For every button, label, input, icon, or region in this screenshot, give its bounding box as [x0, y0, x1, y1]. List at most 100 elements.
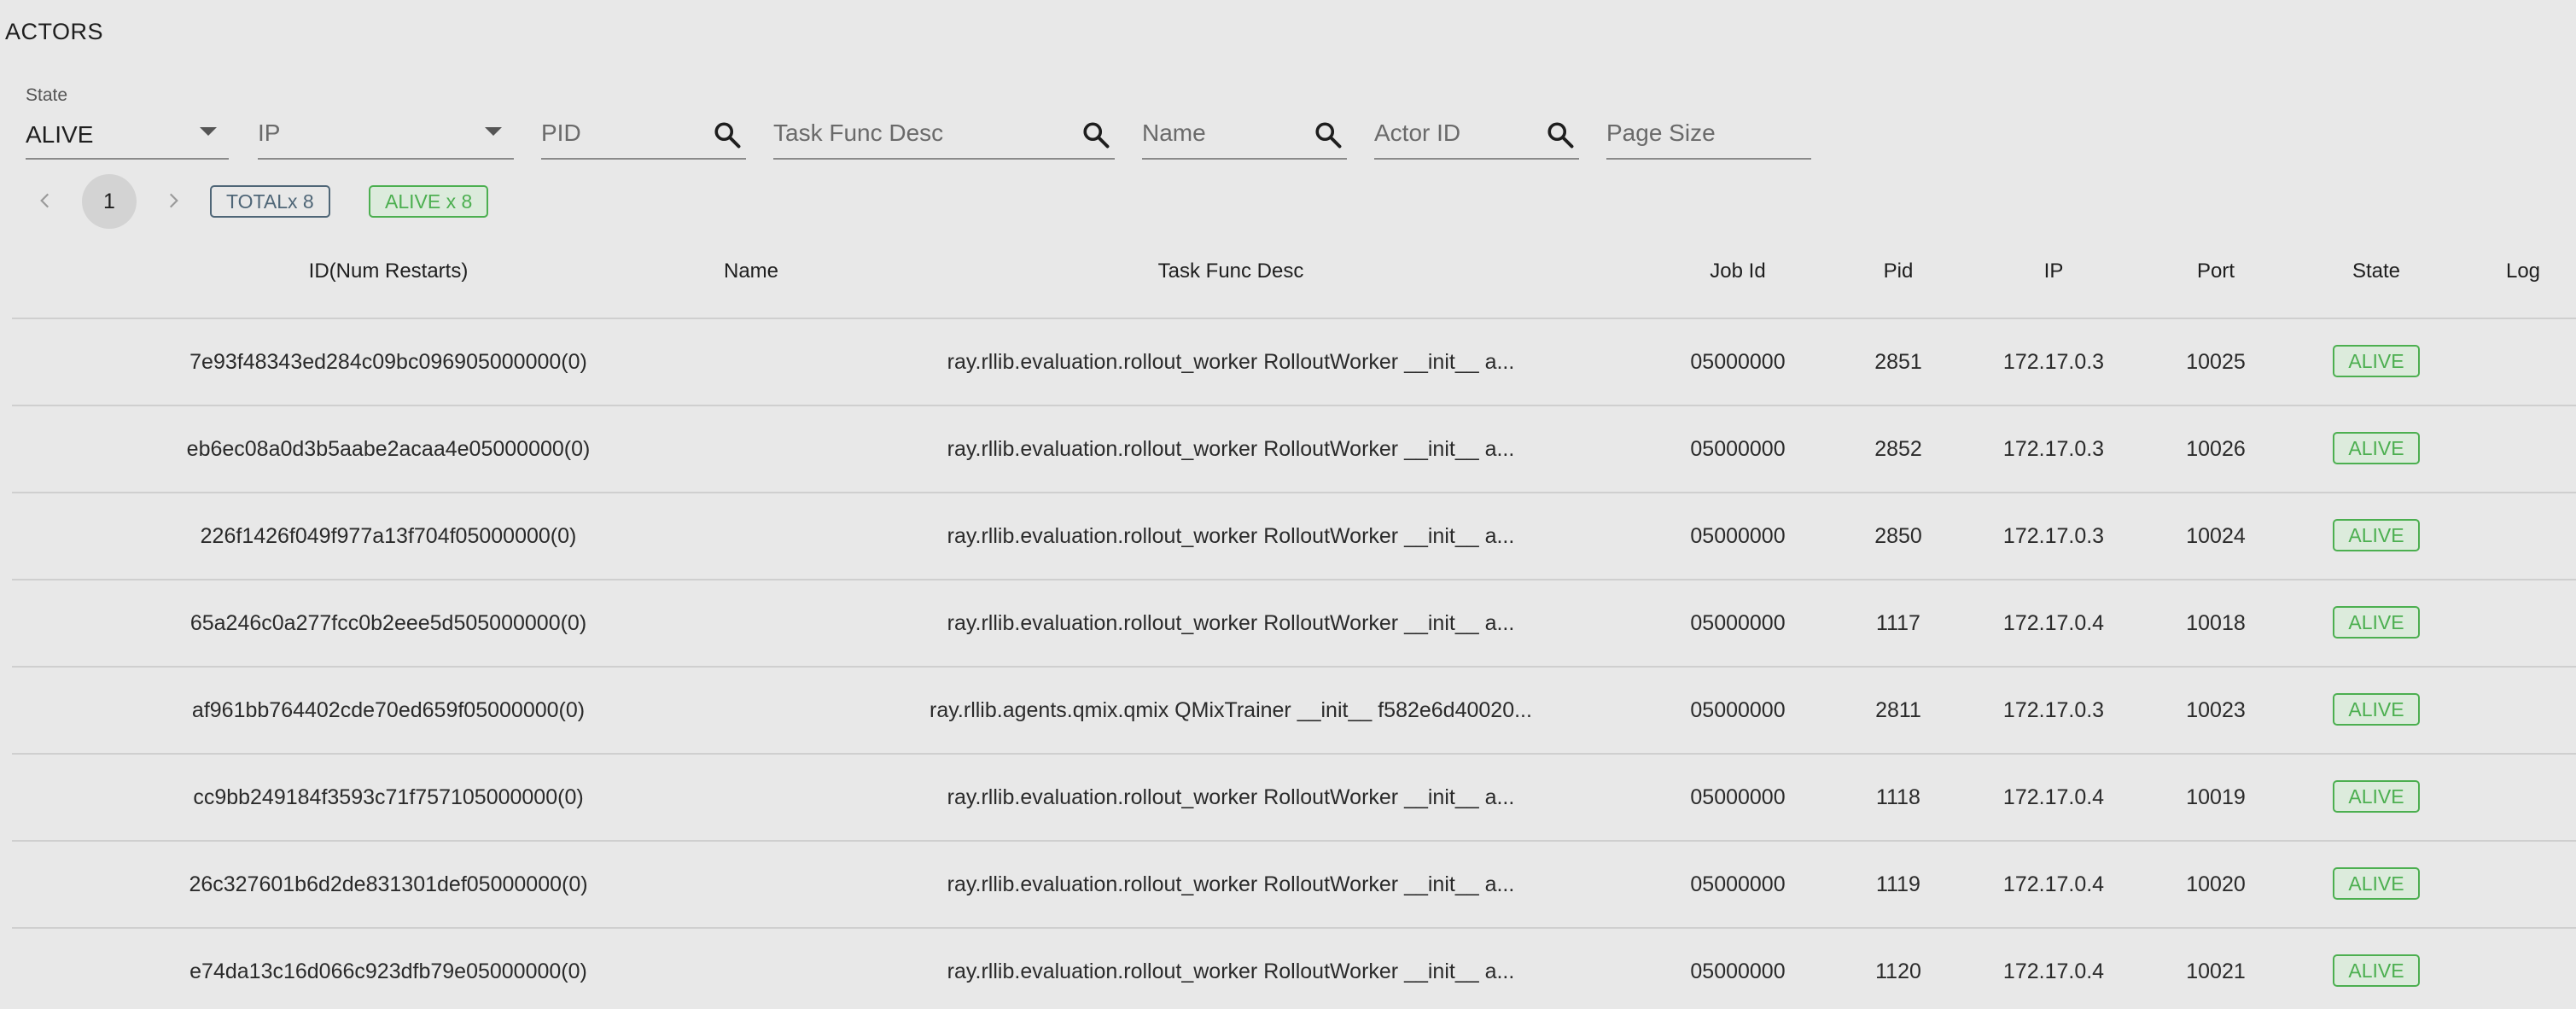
column-header-pid[interactable]: Pid: [1884, 260, 1914, 283]
pid-cell: 1120: [1875, 959, 1921, 983]
chevron-down-icon: [200, 127, 217, 136]
pid-cell: 1118: [1876, 785, 1920, 809]
table-row: 26c327601b6d2de831301def05000000(0) ray.…: [12, 842, 2576, 929]
table-row: eb6ec08a0d3b5aabe2acaa4e05000000(0) ray.…: [12, 406, 2576, 493]
port-cell: 10024: [2186, 524, 2246, 548]
chevron-left-icon[interactable]: [34, 190, 56, 219]
port-cell: 10020: [2186, 872, 2246, 896]
job-id-cell: 05000000: [1690, 350, 1786, 374]
task-func-desc-cell: ray.rllib.evaluation.rollout_worker Roll…: [947, 611, 1515, 635]
chevron-right-icon[interactable]: [162, 190, 184, 219]
column-header-job-id[interactable]: Job Id: [1710, 260, 1765, 283]
job-id-cell: 05000000: [1690, 611, 1786, 635]
column-header-task-func-desc[interactable]: Task Func Desc: [1158, 260, 1304, 283]
actor-id-search-input[interactable]: Actor ID: [1374, 77, 1579, 160]
status-badge: ALIVE: [2333, 432, 2420, 464]
search-icon[interactable]: [712, 120, 743, 150]
port-cell: 10025: [2186, 350, 2246, 374]
actors-table: ID(Num Restarts) Name Task Func Desc Job…: [12, 232, 2576, 1009]
pid-cell: 1119: [1876, 872, 1920, 896]
status-badge: ALIVE: [2333, 606, 2420, 639]
job-id-cell: 05000000: [1690, 959, 1786, 983]
actor-id-cell: cc9bb249184f3593c71f757105000000(0): [193, 785, 584, 809]
port-cell: 10026: [2186, 437, 2246, 461]
ip-cell: 172.17.0.4: [2002, 872, 2105, 896]
pid-cell: 2851: [1874, 350, 1922, 374]
actor-id-cell: af961bb764402cde70ed659f05000000(0): [191, 698, 586, 722]
search-icon[interactable]: [1081, 120, 1111, 150]
port-cell: 10021: [2186, 959, 2246, 983]
job-id-cell: 05000000: [1690, 698, 1786, 722]
job-id-cell: 05000000: [1690, 437, 1786, 461]
actor-id-cell: 65a246c0a277fcc0b2eee5d505000000(0): [189, 611, 587, 635]
page-number-button[interactable]: 1: [82, 174, 137, 229]
actor-id-cell: 7e93f48343ed284c09bc096905000000(0): [189, 350, 587, 374]
column-header-log[interactable]: Log: [2506, 260, 2540, 283]
pid-placeholder: PID: [541, 120, 581, 146]
actor-id-cell: 226f1426f049f977a13f704f05000000(0): [200, 524, 577, 548]
job-id-cell: 05000000: [1690, 785, 1786, 809]
state-select-value: ALIVE: [26, 121, 94, 148]
ip-cell: 172.17.0.3: [2002, 698, 2105, 722]
table-row: e74da13c16d066c923dfb79e05000000(0) ray.…: [12, 929, 2576, 1009]
section-title: ACTORS: [5, 19, 104, 44]
task-func-desc-cell: ray.rllib.evaluation.rollout_worker Roll…: [947, 437, 1515, 461]
column-header-port[interactable]: Port: [2197, 260, 2235, 283]
port-cell: 10023: [2186, 698, 2246, 722]
port-cell: 10019: [2186, 785, 2246, 809]
column-header-state[interactable]: State: [2352, 260, 2400, 283]
pid-cell: 2852: [1874, 437, 1922, 461]
pid-cell: 2850: [1874, 524, 1922, 548]
table-row: 7e93f48343ed284c09bc096905000000(0) ray.…: [12, 319, 2576, 406]
actors-page: ACTORS State ALIVE IP PID Task Func Desc…: [0, 0, 2576, 1009]
name-placeholder: Name: [1142, 120, 1206, 146]
task-func-desc-cell: ray.rllib.agents.qmix.qmix QMixTrainer _…: [930, 698, 1532, 722]
table-header: ID(Num Restarts) Name Task Func Desc Job…: [12, 232, 2576, 319]
actor-id-placeholder: Actor ID: [1374, 120, 1461, 146]
ip-cell: 172.17.0.4: [2002, 785, 2105, 809]
column-header-id[interactable]: ID(Num Restarts): [309, 260, 469, 283]
actor-id-cell: e74da13c16d066c923dfb79e05000000(0): [189, 959, 587, 983]
table-row: af961bb764402cde70ed659f05000000(0) ray.…: [12, 668, 2576, 755]
status-badge: ALIVE: [2333, 519, 2420, 551]
task-func-desc-cell: ray.rllib.evaluation.rollout_worker Roll…: [947, 959, 1515, 983]
search-icon[interactable]: [1313, 120, 1343, 150]
chevron-down-icon: [485, 127, 502, 136]
status-badge: ALIVE: [2333, 345, 2420, 377]
job-id-cell: 05000000: [1690, 524, 1786, 548]
status-badge: ALIVE: [2333, 954, 2420, 987]
column-header-ip[interactable]: IP: [2044, 260, 2064, 283]
status-badge: ALIVE: [2333, 780, 2420, 813]
state-select[interactable]: State ALIVE: [26, 77, 229, 160]
search-icon[interactable]: [1545, 120, 1576, 150]
state-select-label: State: [26, 85, 68, 105]
task-func-desc-placeholder: Task Func Desc: [773, 120, 944, 146]
name-search-input[interactable]: Name: [1142, 77, 1347, 160]
ip-select[interactable]: IP: [258, 77, 514, 160]
task-func-desc-cell: ray.rllib.evaluation.rollout_worker Roll…: [947, 785, 1515, 809]
pid-cell: 2811: [1875, 698, 1921, 722]
pid-cell: 1117: [1876, 611, 1920, 635]
alive-count-chip[interactable]: ALIVE x 8: [369, 185, 489, 218]
task-func-desc-cell: ray.rllib.evaluation.rollout_worker Roll…: [947, 872, 1515, 896]
ip-cell: 172.17.0.4: [2002, 611, 2105, 635]
status-badge: ALIVE: [2333, 867, 2420, 900]
ip-cell: 172.17.0.3: [2002, 437, 2105, 461]
actor-id-cell: eb6ec08a0d3b5aabe2acaa4e05000000(0): [186, 437, 591, 461]
table-row: 65a246c0a277fcc0b2eee5d505000000(0) ray.…: [12, 580, 2576, 668]
port-cell: 10018: [2186, 611, 2246, 635]
job-id-cell: 05000000: [1690, 872, 1786, 896]
task-func-desc-search-input[interactable]: Task Func Desc: [773, 77, 1115, 160]
status-badge: ALIVE: [2333, 693, 2420, 726]
ip-cell: 172.17.0.3: [2002, 350, 2105, 374]
task-func-desc-cell: ray.rllib.evaluation.rollout_worker Roll…: [947, 350, 1515, 374]
total-count-chip[interactable]: TOTALx 8: [210, 185, 330, 218]
ip-select-placeholder: IP: [258, 120, 281, 146]
ip-cell: 172.17.0.3: [2002, 524, 2105, 548]
task-func-desc-cell: ray.rllib.evaluation.rollout_worker Roll…: [947, 524, 1515, 548]
column-header-name[interactable]: Name: [724, 260, 778, 283]
page-size-input[interactable]: Page Size: [1606, 77, 1811, 160]
pid-search-input[interactable]: PID: [541, 77, 746, 160]
actor-id-cell: 26c327601b6d2de831301def05000000(0): [189, 872, 588, 896]
ip-cell: 172.17.0.4: [2002, 959, 2105, 983]
